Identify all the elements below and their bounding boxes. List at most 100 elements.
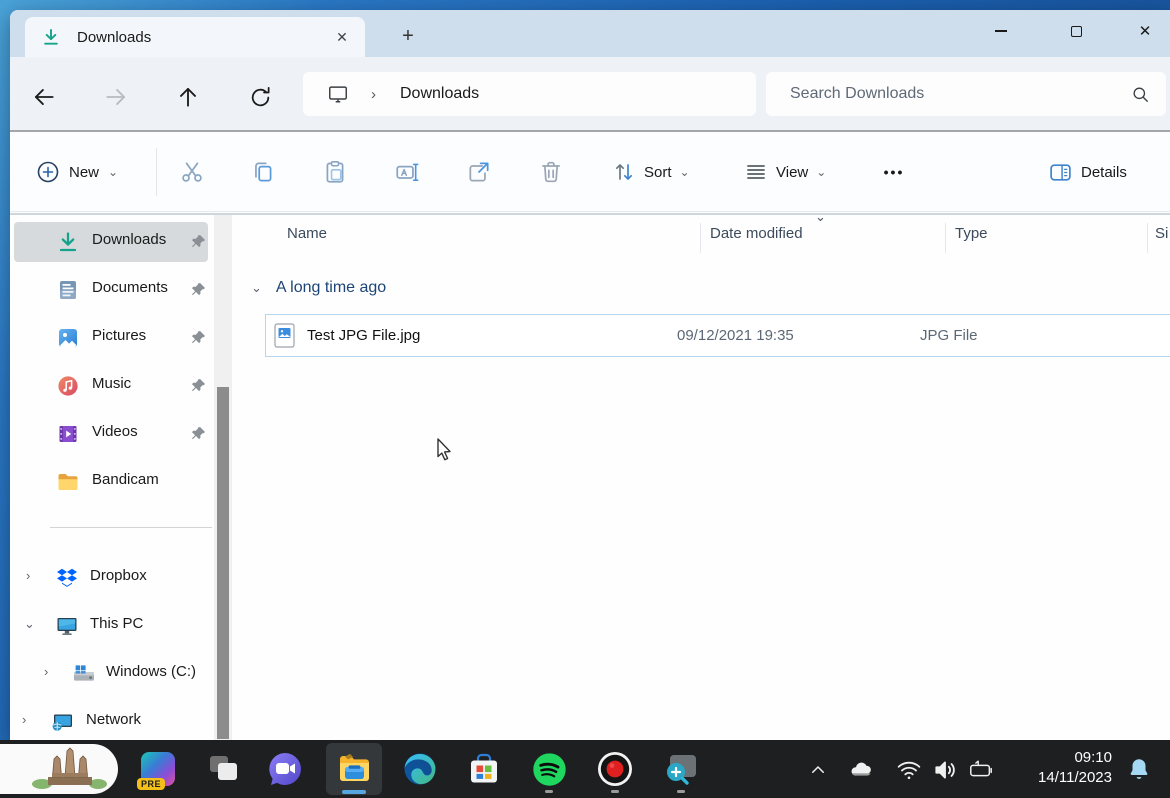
back-icon <box>34 89 54 105</box>
column-header-name[interactable]: Name <box>287 225 327 242</box>
search-icon <box>1133 86 1149 102</box>
sidebar-item-dropbox[interactable]: › Dropbox <box>10 556 220 600</box>
view-button[interactable]: View ⌄ <box>736 150 834 194</box>
column-header-size[interactable]: Si <box>1155 225 1168 242</box>
edge-icon <box>404 753 436 785</box>
taskbar-clock[interactable]: 09:10 14/11/2023 <box>1012 748 1112 788</box>
taskbar-magnifier-button[interactable] <box>659 747 703 791</box>
onedrive-tray-button[interactable] <box>848 757 874 783</box>
paste-button[interactable] <box>313 150 357 194</box>
search-box[interactable] <box>766 72 1166 116</box>
taskbar-copilot-button[interactable]: PRE <box>136 747 180 791</box>
sidebar-item-pictures[interactable]: Pictures <box>10 316 220 360</box>
sidebar-item-label: Dropbox <box>90 567 147 584</box>
breadcrumb[interactable]: › Downloads <box>303 72 756 116</box>
pin-icon[interactable] <box>190 377 207 394</box>
tab-close-icon[interactable]: ✕ <box>329 24 355 50</box>
taskbar-store-button[interactable] <box>462 747 506 791</box>
clock-time: 09:10 <box>1074 749 1112 766</box>
navigation-bar: › Downloads <box>10 57 1170 130</box>
tab-title: Downloads <box>77 28 152 46</box>
share-button[interactable] <box>457 150 501 194</box>
task-view-icon <box>210 756 237 780</box>
breadcrumb-location[interactable]: Downloads <box>400 85 479 103</box>
expand-chevron-icon[interactable]: › <box>44 664 48 679</box>
downloads-icon <box>59 232 77 252</box>
widgets-button[interactable] <box>0 744 118 794</box>
sidebar-item-documents[interactable]: Documents <box>10 268 220 312</box>
close-button[interactable]: ✕ <box>1122 14 1168 48</box>
sidebar-scrollbar-thumb[interactable] <box>217 387 229 739</box>
column-header-type[interactable]: Type <box>955 225 988 242</box>
wifi-tray-button[interactable] <box>896 757 922 783</box>
column-divider[interactable] <box>945 223 946 253</box>
taskbar-edge-button[interactable] <box>398 747 442 791</box>
sidebar-item-bandicam[interactable]: Bandicam <box>10 460 220 504</box>
taskbar-chat-button[interactable] <box>263 747 307 791</box>
sidebar-item-videos[interactable]: Videos <box>10 412 220 456</box>
pin-icon[interactable] <box>190 329 207 346</box>
details-button[interactable]: Details <box>1040 150 1135 194</box>
refresh-button[interactable] <box>246 83 274 111</box>
tray-overflow-button[interactable] <box>805 757 831 783</box>
file-row[interactable]: Test JPG File.jpg 09/12/2021 19:35 JPG F… <box>265 314 1170 357</box>
volume-tray-button[interactable] <box>932 757 958 783</box>
up-button[interactable] <box>174 83 202 111</box>
maximize-button[interactable] <box>1053 14 1099 48</box>
sort-button[interactable]: Sort ⌄ <box>604 150 698 194</box>
folder-icon <box>58 474 78 490</box>
documents-icon <box>60 281 76 299</box>
taskbar-task-view-button[interactable] <box>201 747 245 791</box>
new-tab-button[interactable]: + <box>393 21 423 51</box>
notification-bell-icon[interactable] <box>1126 756 1152 782</box>
details-pane-icon <box>1050 163 1071 181</box>
sidebar-item-music[interactable]: Music <box>10 364 220 408</box>
expand-chevron-icon[interactable]: › <box>22 712 26 727</box>
copilot-icon: PRE <box>137 752 175 790</box>
group-collapse-icon[interactable]: ⌄ <box>251 280 262 296</box>
taskbar-file-explorer-button[interactable] <box>326 743 382 795</box>
group-header[interactable]: ⌄ A long time ago <box>233 273 386 303</box>
file-date-modified: 09/12/2021 19:35 <box>677 327 794 344</box>
expand-chevron-icon[interactable]: › <box>26 568 30 583</box>
sidebar-item-downloads[interactable]: Downloads <box>10 220 220 264</box>
sidebar-item-windows-c[interactable]: › Windows (C:) <box>10 652 220 696</box>
battery-tray-button[interactable] <box>968 757 994 783</box>
file-explorer-icon <box>340 753 369 781</box>
pin-icon[interactable] <box>190 425 207 442</box>
sort-button-label: Sort <box>644 163 672 181</box>
sidebar-item-this-pc[interactable]: ⌄ This PC <box>10 604 220 648</box>
pictures-icon <box>59 329 77 348</box>
pin-icon[interactable] <box>190 233 207 250</box>
more-options-button[interactable]: ••• <box>872 150 916 194</box>
cut-button[interactable] <box>170 150 214 194</box>
downloads-icon <box>44 28 58 45</box>
sidebar-item-label: Pictures <box>92 327 147 344</box>
tab-downloads[interactable]: Downloads ✕ <box>25 17 365 57</box>
battery-saver-icon <box>970 760 992 777</box>
preview-badge: PRE <box>137 778 166 790</box>
new-button[interactable]: New ⌄ <box>26 150 128 194</box>
delete-button[interactable] <box>529 150 573 194</box>
copy-button[interactable] <box>241 150 285 194</box>
view-icon <box>747 165 765 179</box>
taskbar-record-button[interactable] <box>593 747 637 791</box>
forward-button[interactable] <box>102 83 130 111</box>
copy-icon <box>255 162 272 182</box>
column-header-date-modified[interactable]: Date modified <box>710 225 803 242</box>
sidebar-scrollbar-track[interactable] <box>214 215 232 740</box>
sidebar-item-network[interactable]: › Network <box>10 700 220 740</box>
taskbar-spotify-button[interactable] <box>527 747 571 791</box>
running-indicator <box>611 790 619 793</box>
collapse-chevron-icon[interactable]: ⌄ <box>24 616 35 632</box>
search-input[interactable] <box>790 85 1131 103</box>
back-button[interactable] <box>30 83 58 111</box>
music-icon <box>58 376 78 396</box>
view-button-label: View <box>776 163 809 181</box>
minimize-button[interactable] <box>978 14 1024 48</box>
rename-button[interactable] <box>385 150 429 194</box>
column-divider[interactable] <box>1147 223 1148 253</box>
temple-illustration <box>32 747 107 789</box>
pin-icon[interactable] <box>190 281 207 298</box>
column-divider[interactable] <box>700 223 701 253</box>
